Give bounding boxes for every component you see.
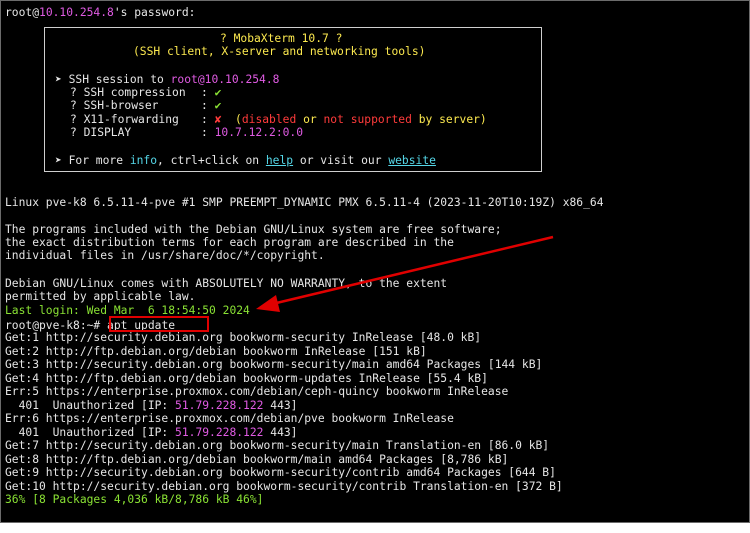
annotation-arrow-icon — [256, 235, 554, 312]
